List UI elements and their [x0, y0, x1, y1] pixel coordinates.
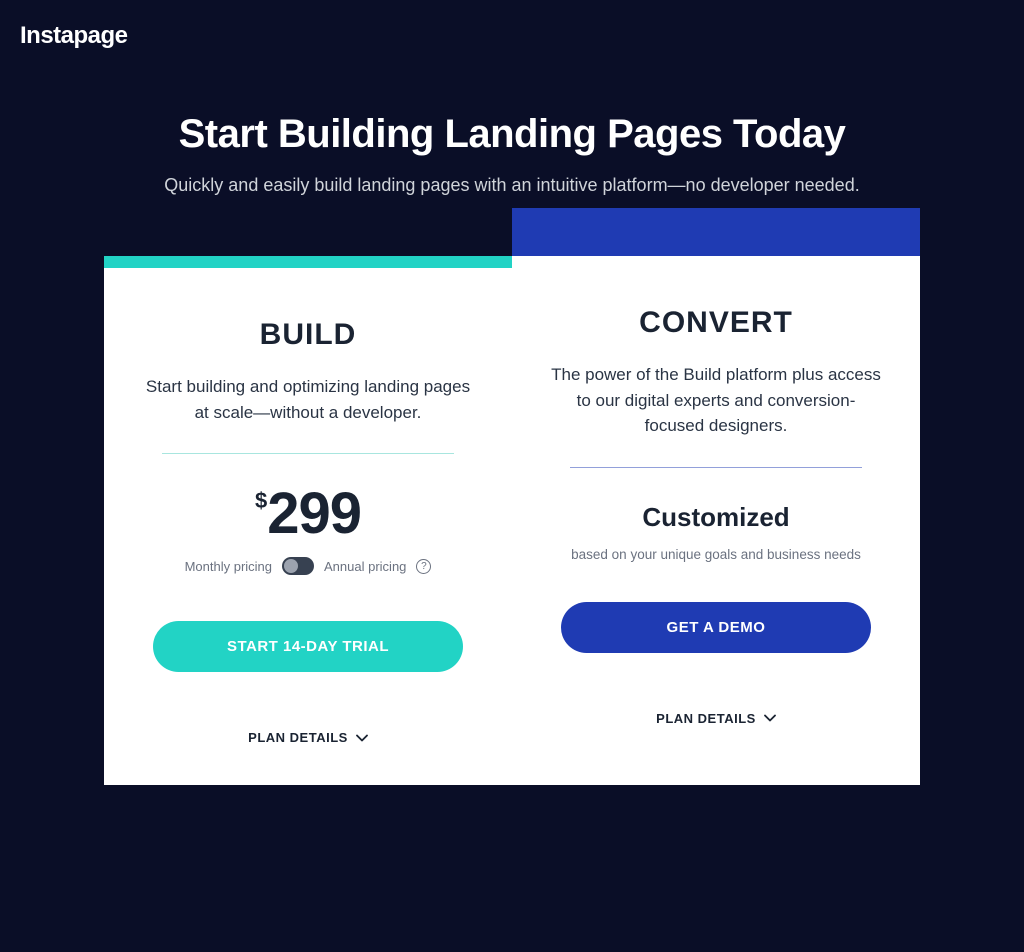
page-subtitle: Quickly and easily build landing pages w… — [0, 175, 1024, 196]
billing-toggle[interactable] — [282, 557, 314, 575]
plan-name: BUILD — [142, 318, 474, 352]
plan-accent-stripe — [104, 256, 512, 268]
plan-details-toggle[interactable]: PLAN DETAILS — [142, 730, 474, 745]
help-icon[interactable]: ? — [416, 559, 431, 574]
plan-name: CONVERT — [550, 306, 882, 340]
get-demo-button[interactable]: GET A DEMO — [561, 602, 871, 653]
monthly-pricing-label: Monthly pricing — [185, 559, 272, 574]
brand-name: Instapage — [20, 22, 128, 49]
page-title: Start Building Landing Pages Today — [0, 112, 1024, 157]
start-trial-button[interactable]: START 14-DAY TRIAL — [153, 621, 463, 672]
chevron-down-icon — [764, 714, 776, 722]
plan-card-build: BUILD Start building and optimizing land… — [104, 268, 512, 785]
plan-description: Start building and optimizing landing pa… — [142, 374, 474, 425]
price-amount: 299 — [267, 481, 361, 546]
currency-symbol: $ — [255, 488, 267, 514]
plan-details-label: PLAN DETAILS — [656, 711, 756, 726]
billing-toggle-row: Monthly pricing Annual pricing ? — [142, 557, 474, 575]
divider — [162, 453, 454, 454]
divider — [570, 467, 862, 468]
plan-details-toggle[interactable]: PLAN DETAILS — [550, 711, 882, 726]
annual-pricing-label: Annual pricing — [324, 559, 406, 574]
plan-accent-stripe — [512, 208, 920, 256]
hero-section: Start Building Landing Pages Today Quick… — [0, 112, 1024, 196]
toggle-knob — [284, 559, 298, 573]
customized-subtitle: based on your unique goals and business … — [550, 547, 882, 562]
plan-description: The power of the Build platform plus acc… — [550, 362, 882, 439]
plan-details-label: PLAN DETAILS — [248, 730, 348, 745]
plan-card-convert: CONVERT The power of the Build platform … — [512, 256, 920, 785]
customized-title: Customized — [550, 502, 882, 533]
chevron-down-icon — [356, 734, 368, 742]
customized-pricing: Customized based on your unique goals an… — [550, 502, 882, 562]
pricing-plans: BUILD Start building and optimizing land… — [0, 256, 1024, 785]
plan-price: $299 — [142, 480, 474, 547]
brand-logo[interactable]: Instapage — [20, 22, 128, 50]
